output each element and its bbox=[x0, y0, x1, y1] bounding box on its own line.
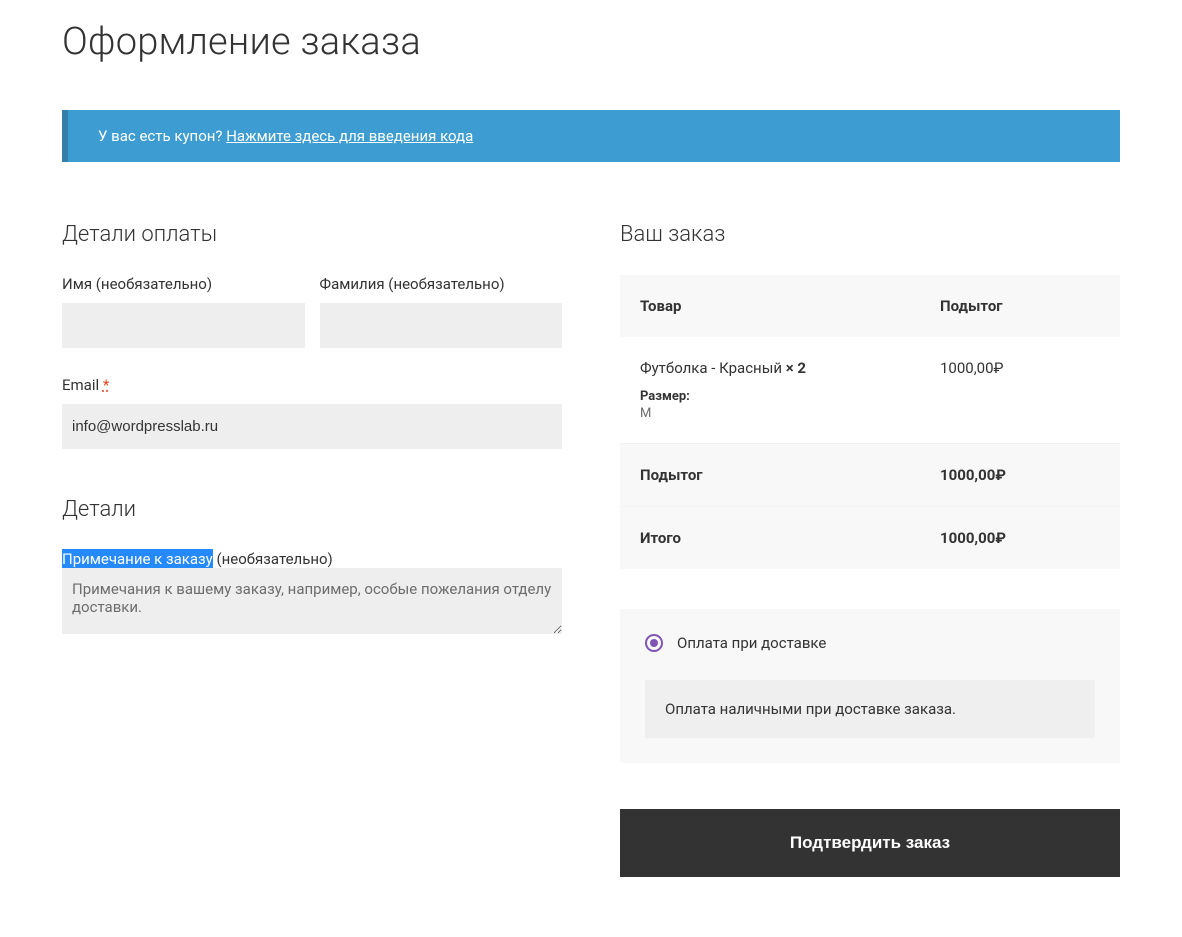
subtotal-value: 1000,00₽ bbox=[920, 444, 1120, 507]
details-heading: Детали bbox=[62, 497, 562, 522]
first-name-input[interactable] bbox=[62, 303, 305, 348]
required-star: * bbox=[103, 376, 109, 394]
total-label: Итого bbox=[620, 507, 920, 570]
notes-label-rest: (необязательно) bbox=[213, 550, 333, 568]
product-name: Футболка - Красный bbox=[640, 359, 786, 377]
notes-label-highlight: Примечание к заказу bbox=[62, 549, 213, 569]
radio-dot-icon bbox=[650, 639, 658, 647]
confirm-order-button[interactable]: Подтвердить заказ bbox=[620, 809, 1120, 877]
coupon-banner: У вас есть купон? Нажмите здесь для введ… bbox=[62, 110, 1120, 162]
notes-label: Примечание к заказу (необязательно) bbox=[62, 550, 562, 568]
subtotal-label: Подытог bbox=[620, 444, 920, 507]
coupon-link[interactable]: Нажмите здесь для введения кода bbox=[226, 127, 473, 145]
email-input[interactable] bbox=[62, 404, 562, 449]
payment-block: Оплата при доставке Оплата наличными при… bbox=[620, 609, 1120, 763]
billing-heading: Детали оплаты bbox=[62, 222, 562, 247]
payment-radio[interactable] bbox=[645, 634, 663, 652]
email-label: Email * bbox=[62, 376, 562, 394]
product-price: 1000,00₽ bbox=[920, 337, 1120, 444]
coupon-prompt: У вас есть купон? bbox=[98, 127, 226, 145]
email-label-text: Email bbox=[62, 376, 103, 394]
last-name-input[interactable] bbox=[320, 303, 563, 348]
attr-label: Размер: bbox=[640, 389, 900, 404]
col-product: Товар bbox=[620, 275, 920, 337]
order-table: Товар Подытог Футболка - Красный × 2 Раз… bbox=[620, 275, 1120, 569]
total-value: 1000,00₽ bbox=[920, 507, 1120, 570]
order-heading: Ваш заказ bbox=[620, 222, 1120, 247]
payment-method-desc: Оплата наличными при доставке заказа. bbox=[645, 680, 1095, 738]
attr-value: M bbox=[640, 406, 900, 421]
page-title: Оформление заказа bbox=[62, 20, 1120, 64]
last-name-label: Фамилия (необязательно) bbox=[320, 275, 563, 293]
payment-method-label: Оплата при доставке bbox=[677, 634, 826, 652]
table-row: Футболка - Красный × 2 Размер: M 1000,00… bbox=[620, 337, 1120, 444]
first-name-label: Имя (необязательно) bbox=[62, 275, 305, 293]
product-qty: × 2 bbox=[786, 359, 806, 377]
order-notes-input[interactable] bbox=[62, 568, 562, 634]
col-subtotal: Подытог bbox=[920, 275, 1120, 337]
